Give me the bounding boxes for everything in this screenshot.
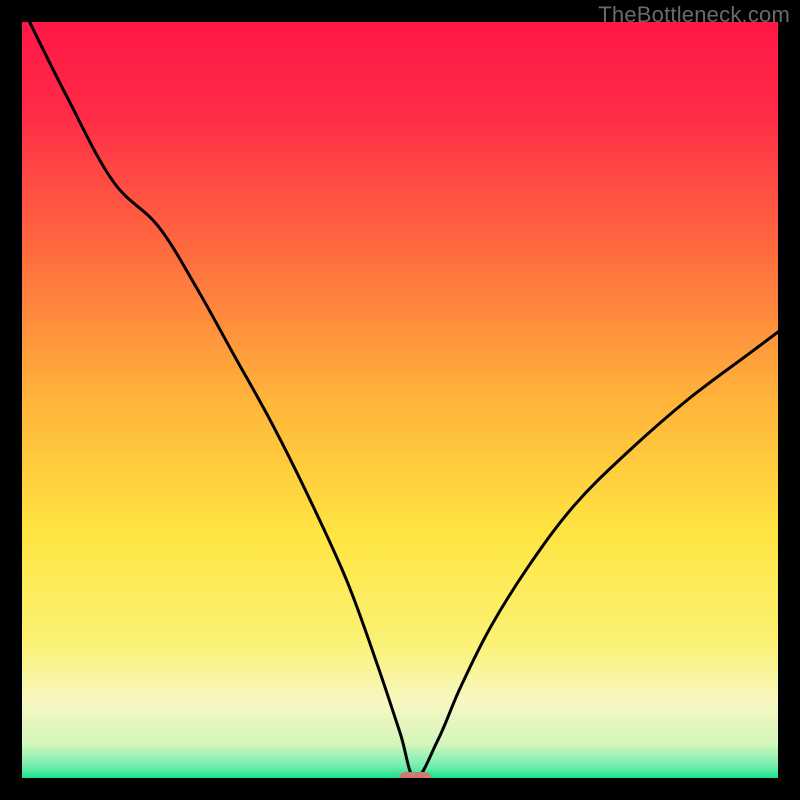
plot-area xyxy=(22,22,778,778)
bottleneck-curve xyxy=(30,22,778,778)
optimal-marker xyxy=(399,772,431,778)
line-layer xyxy=(22,22,778,778)
chart-frame: TheBottleneck.com xyxy=(0,0,800,800)
watermark-text: TheBottleneck.com xyxy=(598,2,790,28)
